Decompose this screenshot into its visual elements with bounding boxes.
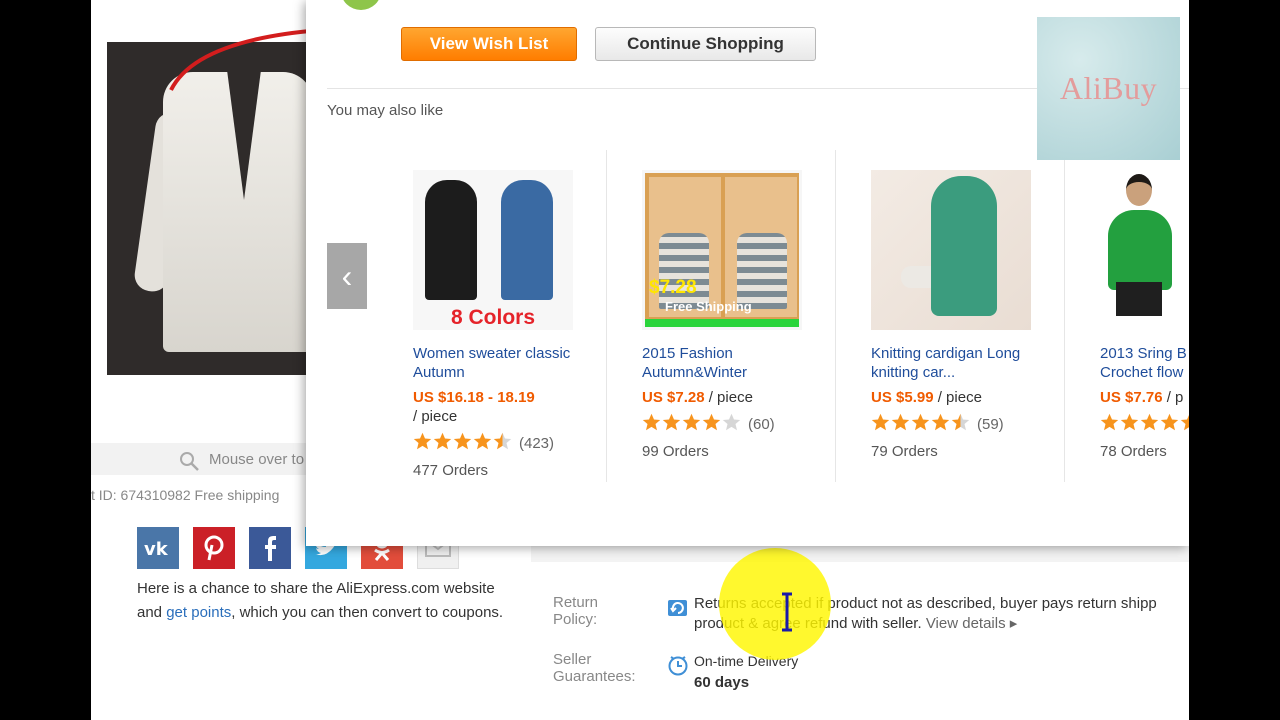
recommended-product-card[interactable]: 2013 Sring B Crochet flow US $7.76 / p 7… bbox=[1064, 150, 1189, 482]
product-id-line: t ID: 674310982 Free shipping bbox=[91, 487, 280, 503]
zoom-hint-bar: Mouse over to bbox=[91, 443, 321, 475]
return-policy-label: Return Policy: bbox=[553, 594, 599, 628]
product-price: US $5.99 / piece bbox=[871, 389, 982, 406]
success-check-icon bbox=[341, 0, 381, 10]
product-rating: (59) bbox=[871, 413, 1004, 435]
view-wish-list-button[interactable]: View Wish List bbox=[401, 27, 577, 61]
on-time-delivery-text: On-time Delivery bbox=[694, 653, 799, 669]
product-price: US $7.76 / p bbox=[1100, 389, 1184, 406]
star-rating-icon bbox=[642, 413, 742, 435]
return-policy-text: Returns accepted if product not as descr… bbox=[694, 595, 1157, 632]
product-image[interactable]: $7.28 Free Shipping bbox=[642, 170, 802, 330]
recommended-product-card[interactable]: Knitting cardigan Long knitting car... U… bbox=[835, 150, 1064, 482]
card-separator bbox=[606, 150, 607, 482]
product-rating bbox=[1100, 413, 1189, 435]
star-icon bbox=[493, 432, 513, 454]
product-rating: (423) bbox=[413, 432, 554, 454]
recommended-product-card[interactable]: 8 Colors Women sweater classic Autumn US… bbox=[377, 150, 606, 482]
product-orders: 79 Orders bbox=[871, 443, 938, 460]
product-image[interactable] bbox=[871, 170, 1031, 330]
screen: Mouse over to t ID: 674310982 Free shipp… bbox=[91, 0, 1189, 720]
image-caption: 8 Colors bbox=[450, 306, 536, 329]
view-details-link[interactable]: View details bbox=[926, 615, 1006, 632]
vk-icon[interactable]: vk bbox=[137, 527, 179, 569]
star-icon bbox=[413, 432, 433, 454]
star-icon bbox=[662, 413, 682, 435]
you-may-also-like-title: You may also like bbox=[327, 102, 444, 119]
star-icon bbox=[1140, 413, 1160, 435]
card-separator bbox=[835, 150, 836, 482]
product-price: US $16.18 - 18.19 / piece bbox=[413, 389, 535, 425]
magnifier-icon bbox=[180, 452, 199, 471]
red-annotation-arc bbox=[169, 28, 322, 91]
star-icon bbox=[702, 413, 722, 435]
facebook-icon[interactable] bbox=[249, 527, 291, 569]
card-separator bbox=[1064, 150, 1065, 482]
star-icon bbox=[722, 413, 742, 435]
product-title-link[interactable]: Women sweater classic Autumn bbox=[413, 344, 583, 382]
product-price: US $7.28 / piece bbox=[642, 389, 753, 406]
image-shipping-overlay: Free Shipping bbox=[665, 299, 752, 314]
carousel-prev-button[interactable]: ‹ bbox=[327, 243, 367, 309]
star-icon bbox=[1100, 413, 1120, 435]
clock-icon bbox=[668, 656, 688, 676]
delivery-days: 60 days bbox=[694, 674, 750, 691]
product-rating: (60) bbox=[642, 413, 775, 435]
star-icon bbox=[642, 413, 662, 435]
star-icon bbox=[433, 432, 453, 454]
product-title-link[interactable]: 2013 Sring B Crochet flow bbox=[1100, 344, 1189, 382]
star-icon bbox=[931, 413, 951, 435]
product-orders: 99 Orders bbox=[642, 443, 709, 460]
star-rating-icon bbox=[871, 413, 971, 435]
star-icon bbox=[1180, 413, 1189, 435]
product-image[interactable]: 8 Colors bbox=[413, 170, 573, 330]
star-rating-icon bbox=[1100, 413, 1189, 435]
get-points-link[interactable]: get points bbox=[166, 604, 231, 621]
star-icon bbox=[1160, 413, 1180, 435]
pinterest-icon[interactable] bbox=[193, 527, 235, 569]
zoom-hint-text: Mouse over to bbox=[209, 451, 305, 468]
star-icon bbox=[951, 413, 971, 435]
star-icon bbox=[911, 413, 931, 435]
section-divider-strip bbox=[531, 546, 1189, 562]
recommended-product-card[interactable]: $7.28 Free Shipping 2015 Fashion Autumn&… bbox=[606, 150, 835, 482]
star-icon bbox=[871, 413, 891, 435]
star-icon bbox=[1120, 413, 1140, 435]
product-image[interactable] bbox=[1100, 170, 1189, 330]
image-price-overlay: $7.28 bbox=[649, 277, 697, 298]
star-icon bbox=[453, 432, 473, 454]
chevron-left-icon: ‹ bbox=[341, 257, 353, 294]
product-orders: 78 Orders bbox=[1100, 443, 1167, 460]
product-orders: 477 Orders bbox=[413, 462, 489, 479]
caret-right-icon: ▸ bbox=[1005, 615, 1018, 632]
svg-text:vk: vk bbox=[144, 539, 169, 557]
star-rating-icon bbox=[413, 432, 513, 454]
star-icon bbox=[682, 413, 702, 435]
star-icon bbox=[891, 413, 911, 435]
seller-guarantees-label: Seller Guarantees: bbox=[553, 651, 636, 685]
alibuy-logo: AliBuy bbox=[1037, 17, 1180, 160]
star-icon bbox=[473, 432, 493, 454]
product-title-link[interactable]: 2015 Fashion Autumn&Winter bbox=[642, 344, 812, 382]
return-box-icon bbox=[668, 600, 687, 616]
product-title-link[interactable]: Knitting cardigan Long knitting car... bbox=[871, 344, 1041, 382]
share-promo-text: Here is a chance to share the AliExpress… bbox=[137, 580, 504, 621]
continue-shopping-button[interactable]: Continue Shopping bbox=[595, 27, 816, 61]
